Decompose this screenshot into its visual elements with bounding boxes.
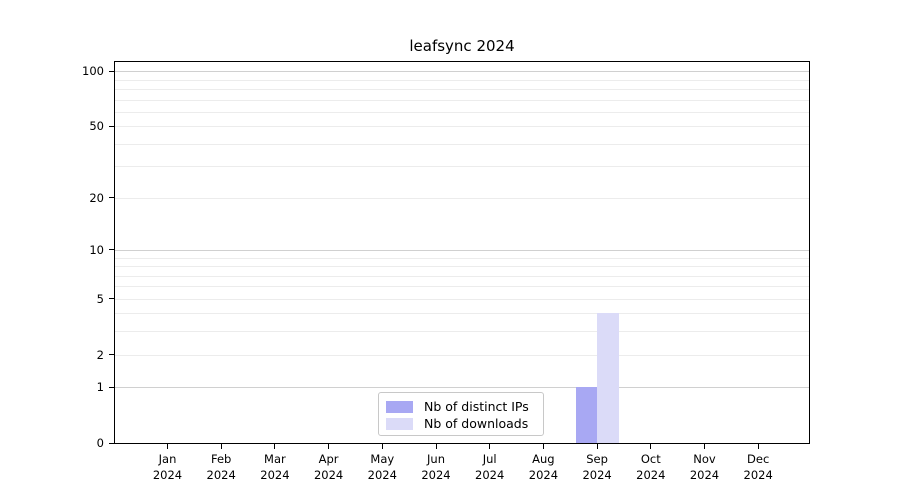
minor-gridline — [115, 166, 809, 167]
x-tick-year: 2024 — [354, 467, 410, 483]
x-tick-year: 2024 — [515, 467, 571, 483]
x-tick-year: 2024 — [301, 467, 357, 483]
minor-gridline — [115, 313, 809, 314]
legend-swatch-downloads — [386, 418, 413, 430]
major-gridline — [115, 71, 809, 72]
minor-gridline — [115, 89, 809, 90]
minor-gridline — [115, 276, 809, 277]
x-tick-month: Aug — [515, 451, 571, 467]
bar-distinct-ips — [576, 387, 598, 443]
major-gridline — [115, 387, 809, 388]
legend: Nb of distinct IPsNb of downloads — [378, 392, 544, 436]
y-tick — [109, 298, 114, 299]
x-tick-label: Jul2024 — [462, 451, 518, 483]
y-tick — [109, 249, 114, 250]
y-tick — [109, 354, 114, 355]
x-tick — [328, 444, 329, 449]
x-tick-year: 2024 — [408, 467, 464, 483]
x-tick-label: Mar2024 — [247, 451, 303, 483]
minor-gridline — [115, 258, 809, 259]
x-tick-month: Jan — [140, 451, 196, 467]
x-tick-label: Jan2024 — [140, 451, 196, 483]
x-tick-month: Apr — [301, 451, 357, 467]
x-tick — [758, 444, 759, 449]
legend-item: Nb of distinct IPs — [386, 398, 535, 415]
x-tick-label: Oct2024 — [623, 451, 679, 483]
x-tick-label: May2024 — [354, 451, 410, 483]
x-tick-year: 2024 — [140, 467, 196, 483]
y-tick — [109, 126, 114, 127]
legend-item: Nb of downloads — [386, 415, 535, 432]
legend-label: Nb of downloads — [424, 415, 528, 432]
y-tick-label: 5 — [0, 291, 104, 307]
minor-gridline — [115, 112, 809, 113]
x-tick-month: Feb — [193, 451, 249, 467]
y-tick-label: 100 — [0, 63, 104, 79]
y-tick-label: 0 — [0, 435, 104, 451]
x-tick-month: Jul — [462, 451, 518, 467]
x-tick — [543, 444, 544, 449]
x-tick — [221, 444, 222, 449]
x-tick-year: 2024 — [462, 467, 518, 483]
x-tick-month: Mar — [247, 451, 303, 467]
y-tick-label: 50 — [0, 118, 104, 134]
x-tick-month: Sep — [569, 451, 625, 467]
x-tick-year: 2024 — [247, 467, 303, 483]
x-tick-year: 2024 — [730, 467, 786, 483]
y-tick-label: 10 — [0, 242, 104, 258]
minor-gridline — [115, 100, 809, 101]
minor-gridline — [115, 80, 809, 81]
y-tick — [109, 197, 114, 198]
legend-label: Nb of distinct IPs — [424, 398, 529, 415]
x-tick-label: Apr2024 — [301, 451, 357, 483]
x-tick — [704, 444, 705, 449]
x-tick-label: Sep2024 — [569, 451, 625, 483]
x-tick-month: May — [354, 451, 410, 467]
minor-gridline — [115, 144, 809, 145]
minor-gridline — [115, 126, 809, 127]
x-tick — [650, 444, 651, 449]
minor-gridline — [115, 331, 809, 332]
x-tick — [597, 444, 598, 449]
x-tick-month: Oct — [623, 451, 679, 467]
chart-title: leafsync 2024 — [114, 36, 810, 56]
x-tick — [274, 444, 275, 449]
minor-gridline — [115, 286, 809, 287]
x-tick-year: 2024 — [569, 467, 625, 483]
minor-gridline — [115, 266, 809, 267]
y-tick-label: 20 — [0, 190, 104, 206]
x-tick-label: Feb2024 — [193, 451, 249, 483]
x-tick-year: 2024 — [677, 467, 733, 483]
minor-gridline — [115, 299, 809, 300]
minor-gridline — [115, 355, 809, 356]
y-tick — [109, 71, 114, 72]
x-tick — [436, 444, 437, 449]
minor-gridline — [115, 198, 809, 199]
x-tick — [382, 444, 383, 449]
x-tick-year: 2024 — [623, 467, 679, 483]
x-tick-year: 2024 — [193, 467, 249, 483]
x-tick-label: Aug2024 — [515, 451, 571, 483]
y-tick — [109, 387, 114, 388]
x-tick-label: Jun2024 — [408, 451, 464, 483]
x-tick-month: Dec — [730, 451, 786, 467]
major-gridline — [115, 250, 809, 251]
bar-downloads — [597, 313, 619, 443]
x-tick-label: Dec2024 — [730, 451, 786, 483]
y-tick-label: 1 — [0, 379, 104, 395]
x-tick — [167, 444, 168, 449]
legend-swatch-distinct-ips — [386, 401, 413, 413]
y-tick — [109, 443, 114, 444]
y-tick-label: 2 — [0, 347, 104, 363]
x-tick-label: Nov2024 — [677, 451, 733, 483]
x-tick-month: Jun — [408, 451, 464, 467]
plot-area — [114, 61, 810, 444]
x-tick — [489, 444, 490, 449]
figure: leafsync 2024 Nb of distinct IPsNb of do… — [0, 0, 900, 500]
x-tick-month: Nov — [677, 451, 733, 467]
